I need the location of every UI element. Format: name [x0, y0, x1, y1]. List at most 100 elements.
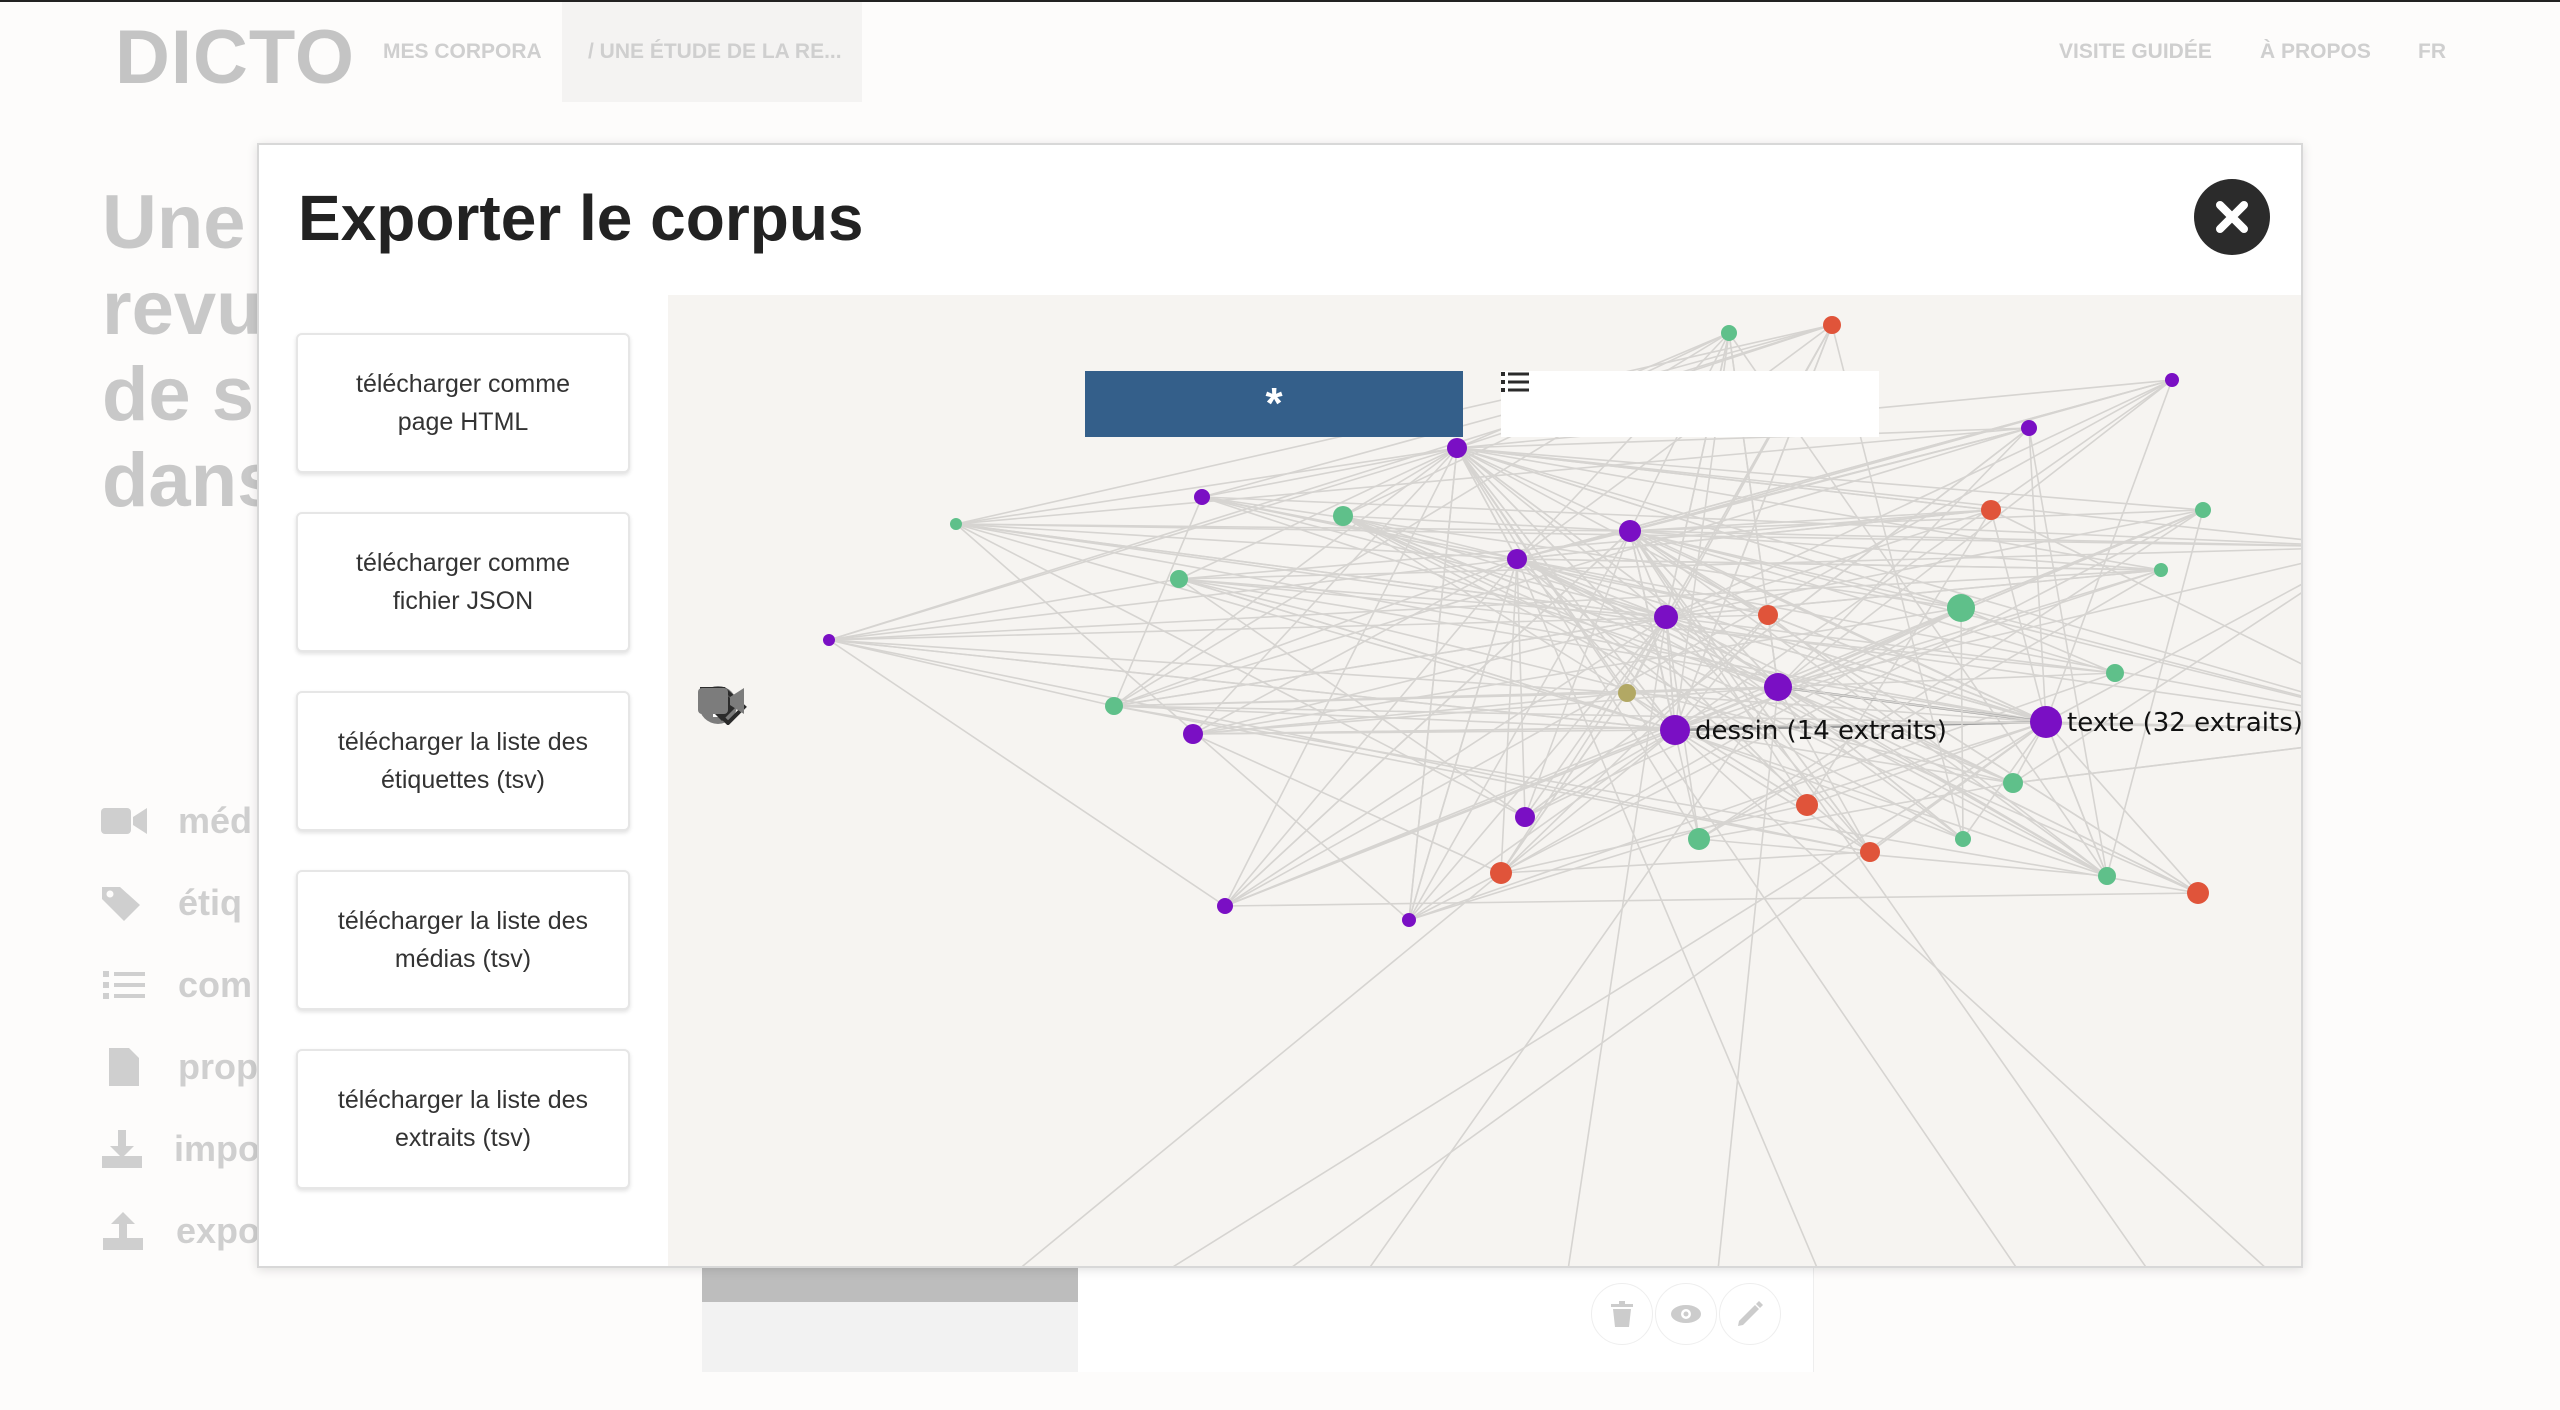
graph-node[interactable]: [1447, 438, 1467, 458]
side-menu: méd étiq com prop impo expo: [100, 780, 260, 1272]
tags-icon[interactable]: [698, 687, 747, 797]
side-menu-label: expo: [175, 1210, 260, 1251]
graph-node[interactable]: [1507, 549, 1527, 569]
download-excerpts-tsv-button[interactable]: télécharger la liste des extraits (tsv): [296, 1049, 630, 1189]
side-menu-label: com: [178, 964, 253, 1005]
graph-node[interactable]: [1764, 673, 1792, 701]
side-menu-item-properties[interactable]: prop: [100, 1026, 260, 1108]
side-menu-item-tags[interactable]: étiq: [100, 862, 260, 944]
graph-edge: [1516, 558, 1818, 1266]
graph-node[interactable]: [1955, 831, 1971, 847]
export-modal: Exporter le corpus télécharger comme pag…: [257, 143, 2303, 1268]
side-menu-item-import[interactable]: impo: [100, 1108, 260, 1190]
page-title-line: revu: [102, 266, 263, 351]
download-medias-tsv-button[interactable]: télécharger la liste des médias (tsv): [296, 870, 630, 1010]
graph-node[interactable]: [2187, 882, 2209, 904]
graph-edge: [1178, 578, 1526, 818]
nav-my-corpora[interactable]: MES CORPORA: [383, 40, 542, 64]
graph-node[interactable]: [1860, 842, 1880, 862]
side-menu-label: méd: [178, 800, 253, 841]
top-border: [0, 0, 2560, 2]
nav-about[interactable]: À PROPOS: [2260, 40, 2371, 64]
graph-node[interactable]: [1796, 794, 1818, 816]
trash-icon[interactable]: [1591, 1283, 1653, 1345]
graph-edge: [2106, 509, 2204, 877]
graph-node[interactable]: [2165, 373, 2179, 387]
graph-node[interactable]: [1654, 605, 1678, 629]
graph-node[interactable]: [1688, 828, 1710, 850]
download-json-button[interactable]: télécharger comme fichier JSON: [296, 512, 630, 652]
graph-node-label: texte (32 extraits): [2067, 708, 2303, 738]
graph-node[interactable]: [1170, 570, 1188, 588]
download-html-button[interactable]: télécharger comme page HTML: [296, 333, 630, 473]
graph-node[interactable]: [1721, 325, 1737, 341]
graph-edge: [2012, 746, 2301, 784]
graph-node[interactable]: [1515, 807, 1535, 827]
graph-edge: [1456, 447, 2162, 571]
side-menu-item-export[interactable]: expo: [100, 1190, 260, 1272]
graph-edges: [828, 324, 2301, 1266]
page-title-line: de s: [102, 352, 255, 437]
close-button[interactable]: [2194, 179, 2270, 255]
graph-edge: [1456, 447, 2017, 1266]
graph-node[interactable]: [823, 634, 835, 646]
video-camera-icon[interactable]: [698, 688, 746, 861]
side-menu-label: prop: [178, 1046, 258, 1087]
page-title: Une revu de s dans: [102, 180, 272, 524]
export-buttons: télécharger comme page HTML télécharger …: [296, 333, 630, 1228]
graph-node[interactable]: [1823, 316, 1841, 334]
asterisk-icon: *: [1265, 379, 1283, 428]
graph-edge: [2045, 721, 2199, 894]
graph-node[interactable]: [2195, 502, 2211, 518]
graph-node[interactable]: [1402, 913, 1416, 927]
graph-edge: [1674, 729, 2265, 1266]
graph-edge: [1500, 851, 1871, 874]
modal-title: Exporter le corpus: [298, 182, 864, 254]
graph-edge: [2012, 746, 2301, 784]
graph-node[interactable]: [1618, 684, 1636, 702]
breadcrumb[interactable]: / UNE ÉTUDE DE LA RE...: [588, 40, 842, 64]
graph-node[interactable]: [1758, 605, 1778, 625]
network-visualization[interactable]: dessin (14 extraits) texte (32 extraits) …: [668, 295, 2303, 1268]
file-icon: [100, 1047, 148, 1087]
graph-edge: [828, 639, 1676, 731]
graph-node[interactable]: [1660, 715, 1690, 745]
graph-node[interactable]: [1194, 489, 1210, 505]
graph-edge: [828, 558, 1518, 641]
pencil-icon[interactable]: [1719, 1283, 1781, 1345]
side-menu-item-comments[interactable]: com: [100, 944, 260, 1026]
list-view-tab[interactable]: [1501, 371, 1879, 437]
graph-node[interactable]: [1333, 506, 1353, 526]
brand-logo[interactable]: DICTO: [115, 14, 355, 101]
graph-node[interactable]: [2030, 706, 2062, 738]
graph-edge: [1292, 721, 2047, 1266]
video-camera-icon: [100, 801, 148, 841]
graph-node[interactable]: [1981, 500, 2001, 520]
graph-node[interactable]: [1105, 697, 1123, 715]
graph-node[interactable]: [2003, 773, 2023, 793]
page-title-line: dans: [102, 438, 272, 523]
graph-node-label: dessin (14 extraits): [1695, 716, 1947, 746]
eye-icon[interactable]: [1655, 1283, 1717, 1345]
graph-node[interactable]: [1183, 724, 1203, 744]
network-graph[interactable]: dessin (14 extraits) texte (32 extraits): [668, 295, 2303, 1268]
nav-lang[interactable]: FR: [2418, 40, 2446, 64]
graph-node[interactable]: [1619, 520, 1641, 542]
graph-node[interactable]: [2021, 420, 2037, 436]
download-icon: [100, 1129, 144, 1169]
viz-side-toolbar: [698, 685, 748, 877]
graph-edge: [1172, 721, 2047, 1266]
side-menu-item-medias[interactable]: méd: [100, 780, 260, 862]
close-icon: [2216, 201, 2248, 233]
graph-node[interactable]: [950, 518, 962, 530]
graph-node[interactable]: [1490, 862, 1512, 884]
network-view-tab[interactable]: *: [1085, 371, 1463, 437]
graph-node[interactable]: [1947, 594, 1975, 622]
graph-node[interactable]: [1217, 898, 1233, 914]
graph-node[interactable]: [2098, 867, 2116, 885]
download-tags-tsv-button[interactable]: télécharger la liste des étiquettes (tsv…: [296, 691, 630, 831]
nav-guided-tour[interactable]: VISITE GUIDÉE: [2059, 40, 2212, 64]
graph-node[interactable]: [2106, 664, 2124, 682]
graph-edge: [1224, 892, 2199, 907]
graph-node[interactable]: [2154, 563, 2168, 577]
